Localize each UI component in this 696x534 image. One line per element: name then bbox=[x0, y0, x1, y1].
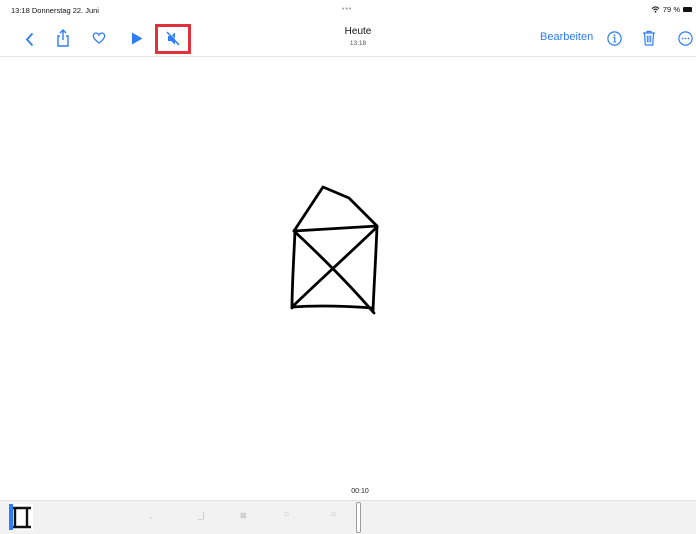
timeline-scrubber[interactable] bbox=[0, 500, 696, 534]
house-drawing bbox=[290, 185, 379, 315]
timeline-timecode: 00:10 bbox=[351, 488, 369, 495]
timeline-frame-mark: ⌂ bbox=[284, 509, 289, 518]
timeline-frame-mark: ⊠ bbox=[240, 511, 247, 520]
timeline-frame-mark: - bbox=[150, 513, 153, 522]
timeline-frame-mark: _| bbox=[198, 511, 205, 520]
video-thumbnail[interactable] bbox=[9, 504, 33, 530]
timeline-frame-mark: ⌂ bbox=[331, 509, 336, 518]
timeline-playhead[interactable] bbox=[356, 502, 361, 533]
